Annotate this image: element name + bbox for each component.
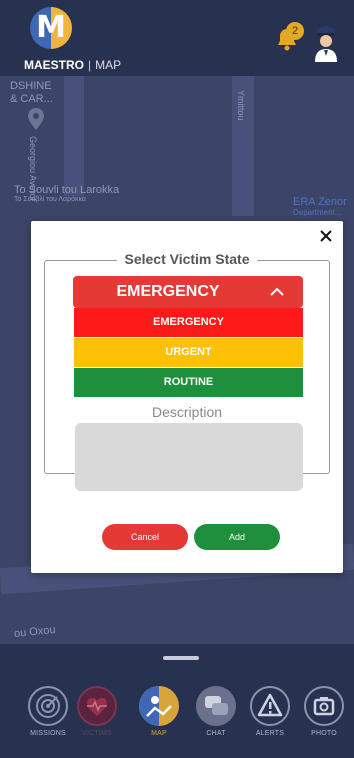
nav-label: VICTIMS — [82, 730, 112, 737]
map-label: To Souvli tou Larokka — [14, 184, 120, 196]
map-label: ou Oxou — [13, 623, 57, 641]
nav-photo[interactable]: PHOTO — [294, 686, 354, 737]
chat-icon — [196, 686, 236, 726]
drawer-handle[interactable] — [163, 656, 199, 660]
map-label: & CAR... — [10, 93, 53, 105]
nav-label: PHOTO — [311, 730, 337, 737]
add-button[interactable]: Add — [194, 524, 280, 550]
notifications-button[interactable]: 2 — [274, 22, 304, 52]
option-urgent[interactable]: URGENT — [74, 338, 303, 367]
nav-alerts[interactable]: ALERTS — [240, 686, 300, 737]
description-field[interactable] — [75, 423, 303, 491]
heart-pulse-icon — [77, 686, 117, 726]
nav-label: MAP — [151, 730, 167, 737]
warning-icon — [250, 686, 290, 726]
map-pin-icon[interactable] — [28, 108, 44, 130]
map-label: Ymittou — [236, 90, 246, 121]
map-label: To Σουβλί του Λαρόκκα — [14, 196, 86, 203]
logo-letter: M — [36, 10, 66, 45]
user-avatar[interactable] — [312, 22, 340, 62]
nav-chat[interactable]: CHAT — [186, 686, 246, 737]
close-button[interactable] — [317, 227, 335, 245]
option-emergency[interactable]: EMERGENCY — [74, 308, 303, 337]
map-label: ERA Zenor — [293, 196, 347, 208]
bottom-nav: MISSIONS VICTIMS MAP CHAT ALERTS PHOTO — [0, 644, 354, 758]
camera-icon — [304, 686, 344, 726]
victim-state-dialog: Select Victim State EMERGENCY EMERGENCY … — [31, 221, 343, 573]
brand-name: MAESTRO — [24, 58, 84, 72]
fieldset-legend: Select Victim State — [45, 251, 329, 269]
state-options-list: EMERGENCY URGENT ROUTINE — [74, 308, 303, 398]
map-icon — [139, 686, 179, 726]
brand-separator: | — [88, 58, 92, 72]
nav-map[interactable]: MAP — [129, 686, 189, 737]
victim-state-fieldset: Select Victim State EMERGENCY EMERGENCY … — [44, 251, 330, 491]
nav-label: CHAT — [206, 730, 226, 737]
nav-victims[interactable]: VICTIMS — [67, 686, 127, 737]
option-routine[interactable]: ROUTINE — [74, 368, 303, 397]
map-street — [64, 76, 84, 196]
dialog-title: Select Victim State — [117, 251, 257, 267]
radar-icon — [28, 686, 68, 726]
section-name: MAP — [95, 58, 122, 72]
close-icon — [320, 230, 332, 242]
brand-title: MAESTRO | MAP — [24, 58, 121, 72]
nav-label: ALERTS — [255, 730, 285, 737]
map-label: DSHINE — [10, 80, 52, 92]
cancel-button[interactable]: Cancel — [102, 524, 188, 550]
victim-state-select[interactable]: EMERGENCY — [73, 276, 303, 308]
map-label: Department... — [293, 208, 342, 217]
chevron-up-icon — [270, 287, 284, 296]
officer-avatar-icon — [315, 26, 337, 62]
notification-badge: 2 — [286, 22, 304, 40]
maestro-logo: M — [30, 7, 72, 49]
app-header: M MAESTRO | MAP 2 — [0, 0, 354, 76]
selected-state: EMERGENCY — [116, 283, 220, 300]
description-label: Description — [151, 404, 223, 420]
